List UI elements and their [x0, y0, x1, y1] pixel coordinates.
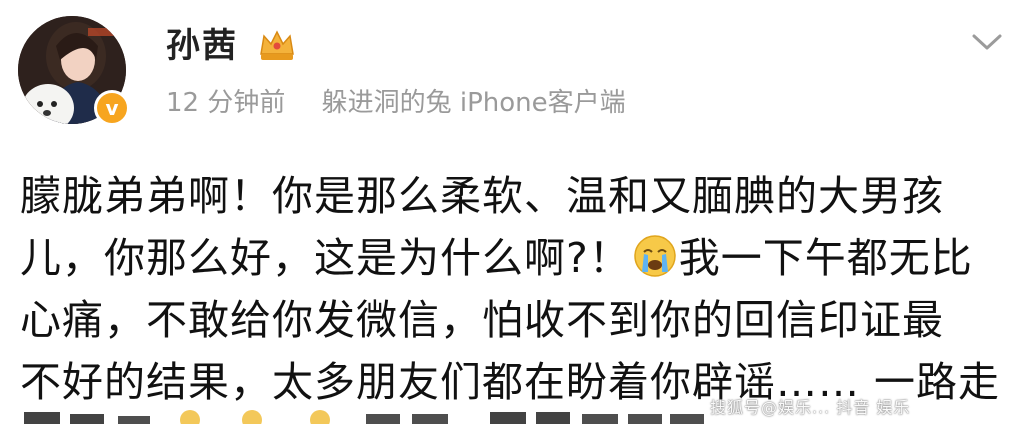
post-meta: 12 分钟前 躲进洞的兔 iPhone客户端	[166, 86, 626, 120]
watermark: 搜狐号@娱乐... 抖音 娱乐	[710, 398, 911, 417]
chevron-down-icon[interactable]	[970, 32, 1004, 54]
post-source[interactable]: 躲进洞的兔 iPhone客户端	[322, 88, 626, 118]
avatar[interactable]: v	[18, 16, 130, 126]
post-time: 12 分钟前	[166, 88, 286, 118]
verified-badge-icon: v	[94, 90, 130, 126]
crying-face-icon	[634, 235, 676, 277]
post-line-2-tail: 我一下午都无比	[678, 234, 973, 282]
post-line-1: 朦胧弟弟啊！你是那么柔软、温和又腼腆的大男孩	[20, 172, 944, 220]
username[interactable]: 孙茜	[166, 26, 238, 66]
post-line-2: 儿，你那么好，这是为什么啊?！ 我一下午都无比	[20, 227, 1010, 289]
crown-icon	[260, 30, 294, 60]
weibo-post-card: v 孙茜 12 分钟前 躲进洞的兔 iPhone客户端 朦胧弟弟啊！你是那么柔软…	[0, 0, 1025, 424]
post-line-2-text: 儿，你那么好，这是为什么啊?！	[20, 234, 631, 282]
post-line-3: 心痛，不敢给你发微信，怕收不到你的回信印证最	[20, 296, 944, 344]
post-content: 朦胧弟弟啊！你是那么柔软、温和又腼腆的大男孩 儿，你那么好，这是为什么啊?！ 我…	[20, 165, 1010, 413]
